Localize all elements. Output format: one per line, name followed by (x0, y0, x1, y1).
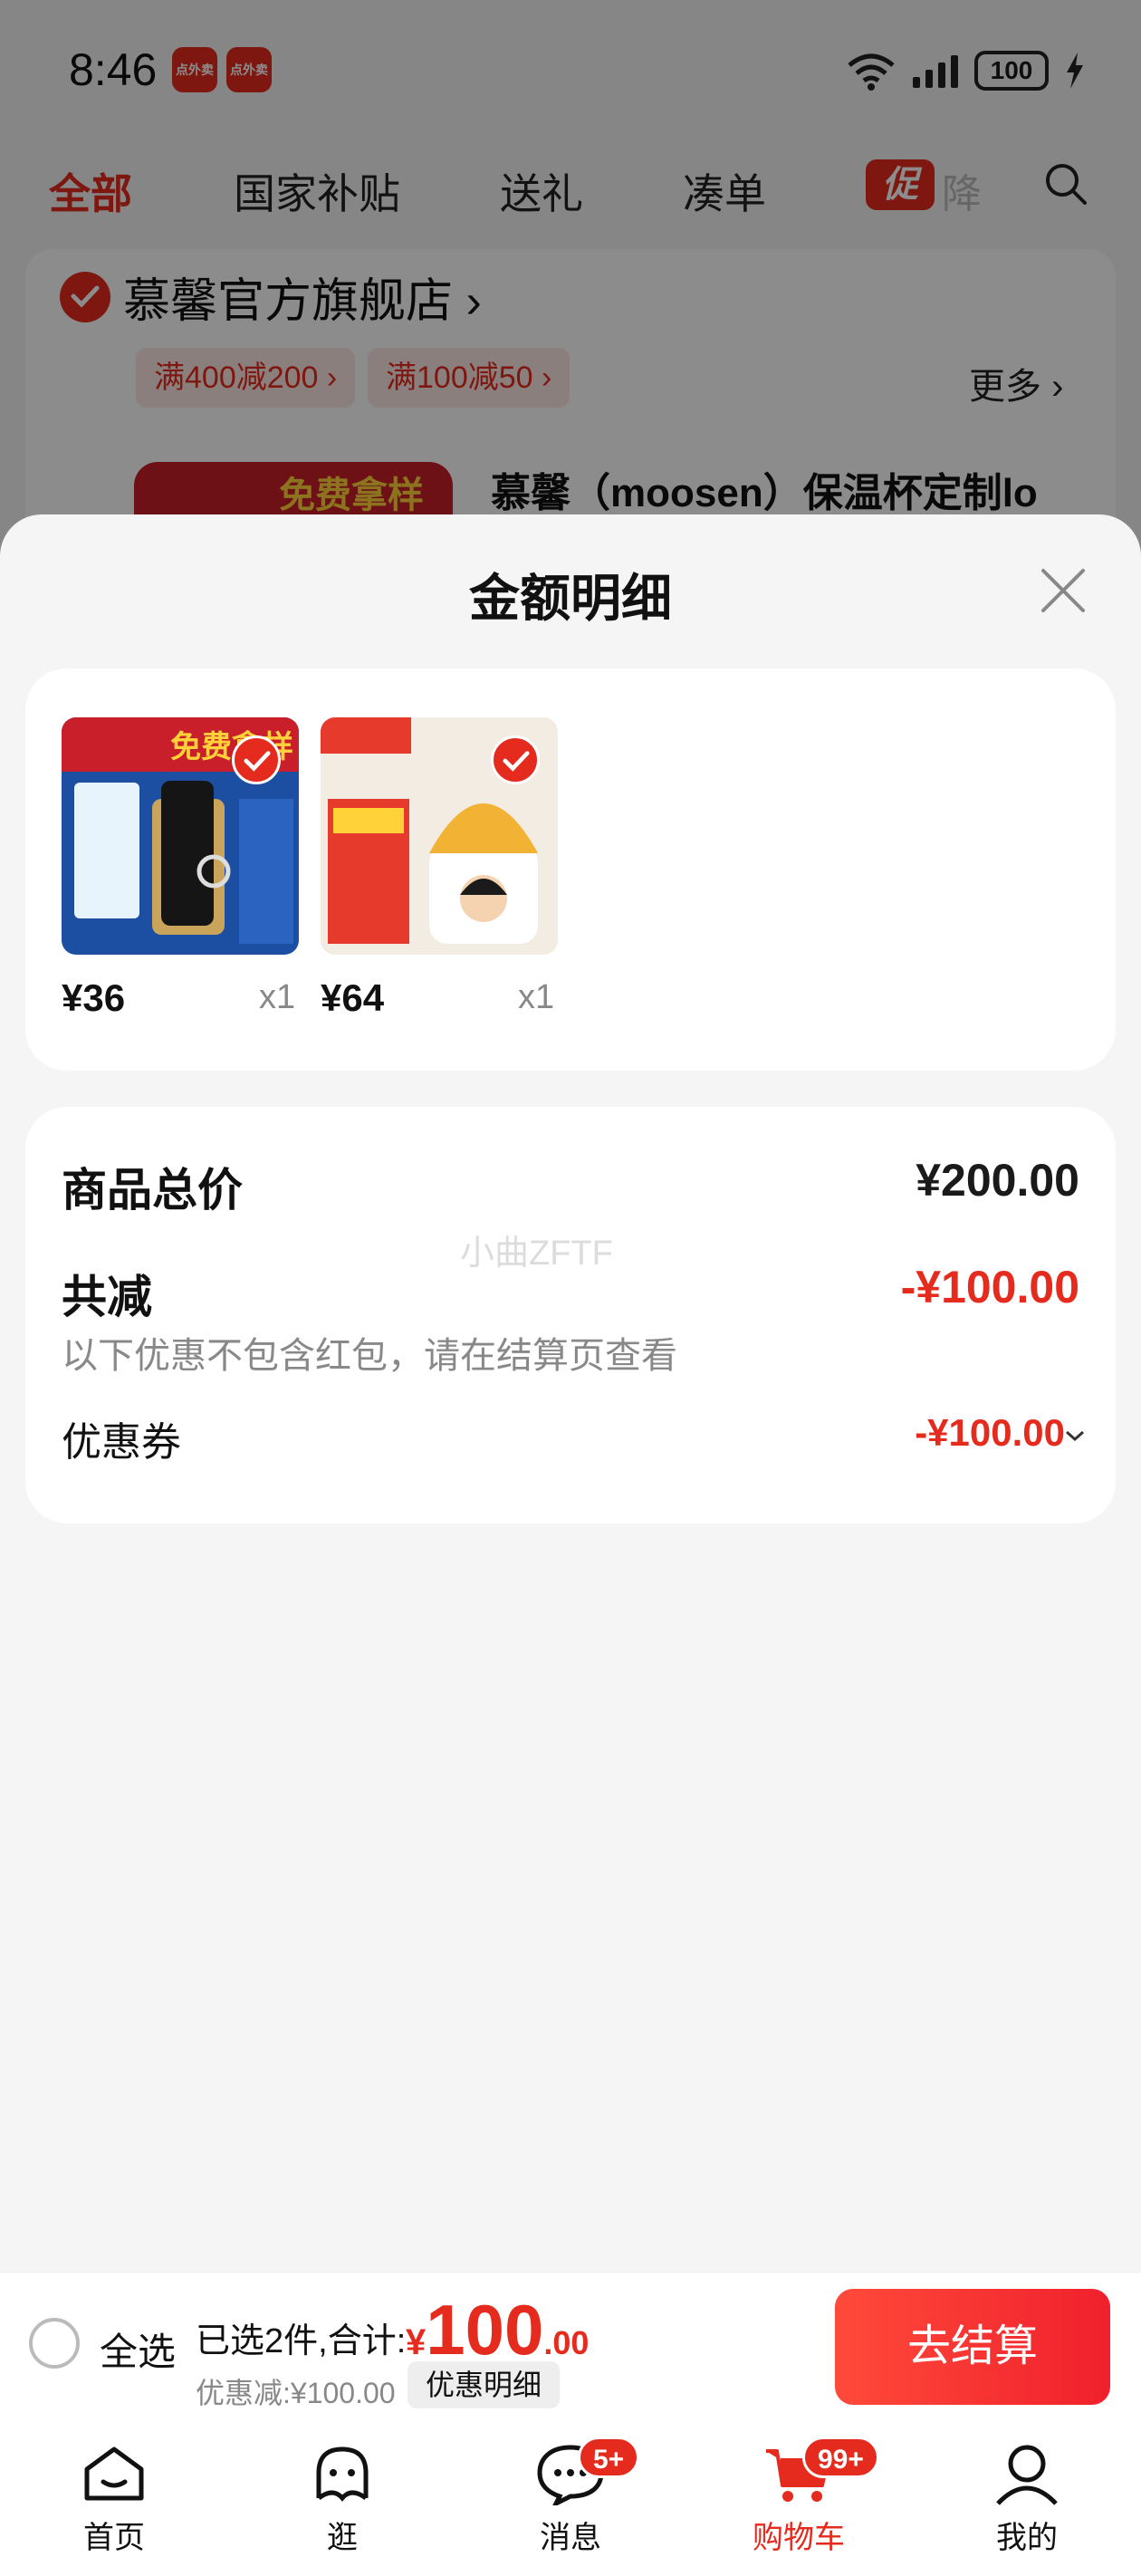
nav-label: 逛 (327, 2521, 358, 2555)
checkout-bar: 全选 已选2件,合计: ¥100.00 优惠减:¥100.00 优惠明细 去结算 (0, 2272, 1141, 2424)
product-image-thermos: 免费拿样 (62, 717, 299, 955)
nav-label: 消息 (540, 2521, 601, 2555)
nav-label: 购物车 (753, 2521, 845, 2555)
item-checked-icon (232, 735, 281, 784)
item-price: ¥36 (62, 976, 126, 1019)
chevron-down-icon[interactable] (1065, 1429, 1085, 1442)
message-badge: 5+ (578, 2437, 640, 2478)
watermark-text: 小曲ZFTF (460, 1235, 613, 1273)
item-checked-icon (491, 735, 540, 784)
product-image-mug (321, 717, 558, 955)
total-amount: ¥100.00 (406, 2290, 590, 2369)
coupon-label: 优惠券 (62, 1420, 181, 1465)
nav-label: 首页 (83, 2521, 145, 2555)
close-icon[interactable] (1038, 565, 1088, 616)
reduction-label: 共减 (62, 1272, 152, 1322)
nav-label: 我的 (996, 2521, 1058, 2555)
profile-icon (996, 2445, 1058, 2505)
home-icon (84, 2446, 144, 2501)
select-all-label[interactable]: 全选 (100, 2321, 176, 2377)
amount-detail-sheet: 金额明细 免费拿样 ¥36 x1 ¥64 x1 商品总价 ¥200.00 小曲Z… (0, 514, 1141, 2272)
total-label: 商品总价 (62, 1165, 243, 1216)
nav-messages[interactable]: 消息 5+ (480, 2437, 661, 2572)
reduction-value: -¥100.00 (900, 1262, 1079, 1312)
reduction-note: 以下优惠不包含红包，请在结算页查看 (62, 1336, 677, 1376)
coupon-value[interactable]: -¥100.00 (915, 1411, 1065, 1455)
nav-profile[interactable]: 我的 (936, 2437, 1117, 2572)
discount-text: 优惠减:¥100.00 (196, 2377, 396, 2409)
select-all-checkbox[interactable] (29, 2318, 80, 2369)
total-value: ¥200.00 (916, 1155, 1079, 1206)
cart-badge: 99+ (802, 2437, 879, 2478)
browse-icon (316, 2446, 369, 2502)
nav-browse[interactable]: 逛 (252, 2437, 433, 2572)
sheet-title: 金额明细 (469, 570, 672, 627)
item-quantity: x1 (259, 978, 296, 1016)
item-quantity: x1 (518, 978, 555, 1016)
selected-count: 已选2件,合计: (196, 2322, 407, 2360)
selected-items-card: 免费拿样 ¥36 x1 ¥64 x1 (25, 668, 1116, 1071)
price-summary-card: 商品总价 ¥200.00 小曲ZFTF 共减 -¥100.00 以下优惠不包含红… (25, 1107, 1116, 1523)
selected-item[interactable]: ¥64 x1 (321, 717, 583, 1019)
discount-detail-button[interactable]: 优惠明细 (408, 2361, 561, 2408)
nav-cart[interactable]: 购物车 99+ (708, 2437, 889, 2572)
nav-home[interactable]: 首页 (24, 2437, 205, 2572)
selected-item[interactable]: 免费拿样 ¥36 x1 (62, 717, 324, 1019)
checkout-button[interactable]: 去结算 (835, 2289, 1110, 2405)
bottom-nav: 首页 逛 消息 5+ 购物车 99+ 我的 (0, 2424, 1141, 2576)
item-price: ¥64 (321, 976, 385, 1019)
